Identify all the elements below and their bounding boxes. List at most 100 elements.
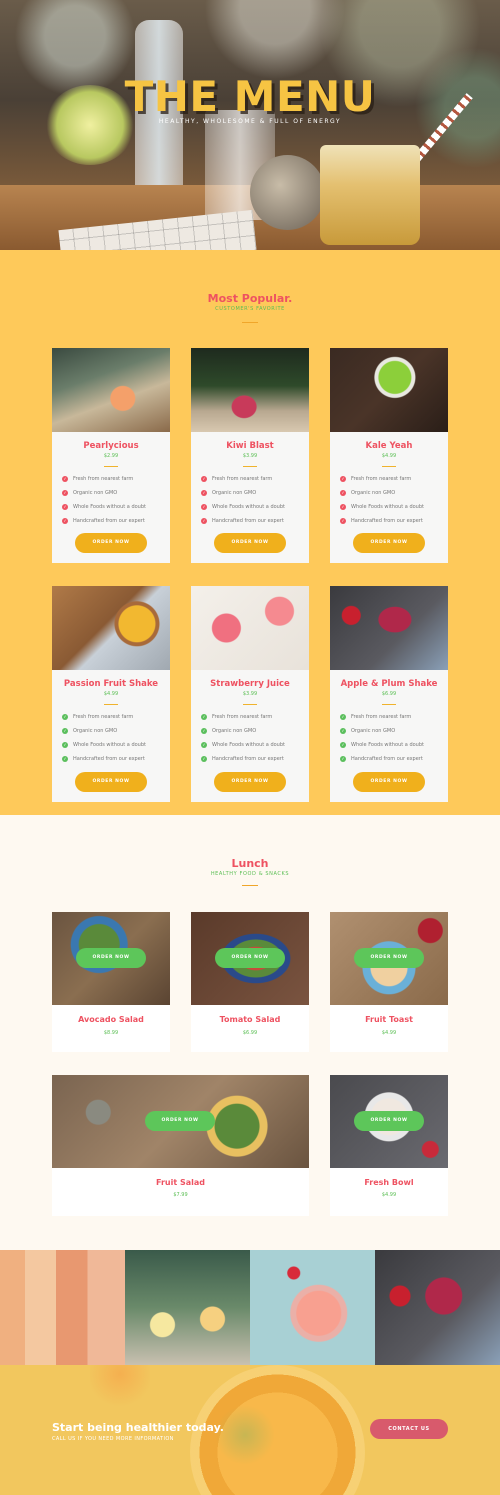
feature-item: ✓ Handcrafted from our expert [340,755,423,762]
feature-list: ✓ Fresh from nearest farm ✓ Organic non GM… [340,472,424,528]
check-circle-icon: ✓ [340,476,346,482]
feature-list: ✓ Fresh from nearest farm ✓ Organic non GM… [62,472,146,528]
menu-item-price: $8.99 [103,1030,119,1036]
check-circle-icon: ✓ [201,756,207,762]
product-price: $2.99 [103,453,119,459]
check-circle-icon: ✓ [201,714,207,720]
product-price: $3.99 [242,453,258,459]
product-name: Kale Yeah [365,441,413,451]
product-name: Kiwi Blast [226,441,274,451]
contact-us-button[interactable]: CONTACT US [370,1419,448,1439]
hero-juice-glass [320,145,420,245]
feature-item: ✓ Organic non GMO [340,489,396,496]
product-price: $4.99 [381,453,397,459]
check-circle-icon: ✓ [340,728,346,734]
feature-item: ✓ Fresh from nearest farm [62,713,134,720]
menu-item-name: Tomato Salad [219,1015,281,1024]
check-circle-icon: ✓ [340,490,346,496]
section-title: Lunch [231,857,269,870]
order-now-button[interactable]: ORDER NOW [214,533,286,553]
order-now-button[interactable]: ORDER NOW [353,772,425,792]
menu-item-name: Fruit Toast [365,1015,413,1024]
check-circle-icon: ✓ [62,490,68,496]
menu-item-name: Fruit Salad [156,1178,205,1187]
product-card: Strawberry Juice $3.99 ✓ Fresh from neare… [191,586,309,802]
feature-item: ✓ Handcrafted from our expert [62,517,145,524]
order-now-button[interactable]: ORDER NOW [76,948,146,968]
feature-item: ✓ Fresh from nearest farm [201,475,273,482]
product-card: Kale Yeah $4.99 ✓ Fresh from nearest farm… [330,348,448,563]
menu-item-card: ORDER NOW Fruit Salad $7.99 [52,1075,309,1216]
feature-list: ✓ Fresh from nearest farm ✓ Organic non GM… [201,472,285,528]
order-now-button[interactable]: ORDER NOW [354,1111,424,1131]
feature-item: ✓ Handcrafted from our expert [62,755,145,762]
product-name: Passion Fruit Shake [63,679,159,689]
product-divider [104,466,118,467]
section-divider [242,322,258,323]
contact-banner: Start being healthier today. CALL US IF … [0,1365,500,1495]
section-divider [242,885,258,886]
cta-background-orange [90,1365,150,1410]
product-card: Apple & Plum Shake $6.99 ✓ Fresh from nea… [330,586,448,802]
feature-item: ✓ Organic non GMO [62,489,118,496]
feature-item: ✓ Whole Foods without a doubt [201,741,285,748]
product-divider [104,704,118,705]
section-subtitle: HEALTHY FOOD & SNACKS [210,871,290,877]
cta-subtitle: CALL US IF YOU NEED MORE INFORMATION [52,1436,174,1442]
product-divider [382,466,396,467]
menu-item-card: ORDER NOW Fresh Bowl $4.99 [330,1075,448,1216]
product-divider [382,704,396,705]
feature-item: ✓ Organic non GMO [201,489,257,496]
check-circle-icon: ✓ [340,504,346,510]
order-now-button[interactable]: ORDER NOW [75,533,147,553]
gallery-image [375,1250,500,1365]
gallery-image [125,1250,250,1365]
check-circle-icon: ✓ [62,504,68,510]
check-circle-icon: ✓ [201,742,207,748]
order-now-button[interactable]: ORDER NOW [353,533,425,553]
product-image [52,586,170,670]
check-circle-icon: ✓ [62,518,68,524]
product-divider [243,704,257,705]
menu-item-price: $7.99 [173,1192,188,1198]
section-title: Most Popular. [207,292,293,305]
order-now-button[interactable]: ORDER NOW [215,948,285,968]
feature-item: ✓ Organic non GMO [201,727,257,734]
feature-item: ✓ Fresh from nearest farm [201,713,273,720]
feature-list: ✓ Fresh from nearest farm ✓ Organic non GM… [340,710,424,766]
order-now-button[interactable]: ORDER NOW [354,948,424,968]
check-circle-icon: ✓ [201,728,207,734]
check-circle-icon: ✓ [340,756,346,762]
feature-item: ✓ Fresh from nearest farm [62,475,134,482]
menu-item-name: Fresh Bowl [364,1178,414,1187]
check-circle-icon: ✓ [62,742,68,748]
product-image [191,586,309,670]
order-now-button[interactable]: ORDER NOW [214,772,286,792]
product-image [330,348,448,432]
hero-banner: THE MENU HEALTHY, WHOLESOME & FULL OF EN… [0,0,500,250]
cta-title: Start being healthier today. [52,1421,224,1434]
menu-item-card: ORDER NOW Avocado Salad $8.99 [52,912,170,1052]
feature-item: ✓ Fresh from nearest farm [340,475,412,482]
feature-item: ✓ Whole Foods without a doubt [62,741,146,748]
check-circle-icon: ✓ [201,504,207,510]
product-card: Pearlycious $2.99 ✓ Fresh from nearest fa… [52,348,170,563]
product-name: Apple & Plum Shake [340,679,438,689]
section-subtitle: CUSTOMER'S FAVORITE [215,306,285,312]
photo-gallery [0,1250,500,1365]
order-now-button[interactable]: ORDER NOW [145,1111,215,1131]
product-card: Passion Fruit Shake $4.99 ✓ Fresh from ne… [52,586,170,802]
cta-background-mint [215,1405,275,1465]
feature-item: ✓ Handcrafted from our expert [201,755,284,762]
feature-item: ✓ Fresh from nearest farm [340,713,412,720]
menu-item-card: ORDER NOW Fruit Toast $4.99 [330,912,448,1052]
check-circle-icon: ✓ [201,518,207,524]
order-now-button[interactable]: ORDER NOW [75,772,147,792]
check-circle-icon: ✓ [201,476,207,482]
check-circle-icon: ✓ [340,742,346,748]
gallery-image [250,1250,375,1365]
product-image [330,586,448,670]
feature-item: ✓ Whole Foods without a doubt [340,741,424,748]
feature-item: ✓ Handcrafted from our expert [201,517,284,524]
feature-item: ✓ Organic non GMO [340,727,396,734]
